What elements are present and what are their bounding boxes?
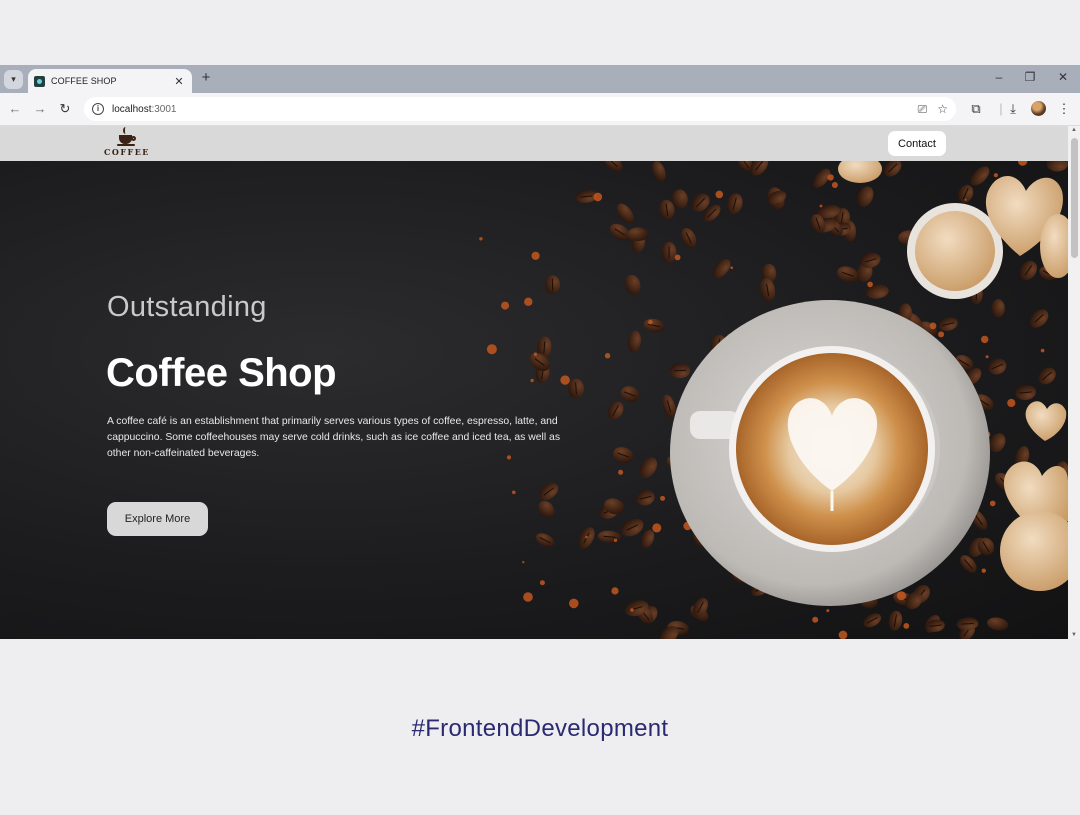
hero-subtitle: Outstanding — [107, 291, 267, 323]
tab-strip: ▾ COFFEE SHOP ✕ + – ❐ ✕ — [0, 65, 1080, 93]
site-logo[interactable]: COFFEE — [104, 127, 148, 159]
chevron-down-icon[interactable]: ▾ — [4, 70, 23, 89]
browser-window: ▾ COFFEE SHOP ✕ + – ❐ ✕ ← → ↻ i localhos… — [0, 65, 1080, 639]
scroll-down-icon[interactable]: ▼ — [1068, 632, 1080, 638]
restore-icon[interactable]: ❐ — [1020, 70, 1040, 84]
hashtag-caption: #FrontendDevelopment — [411, 715, 669, 742]
browser-tab[interactable]: COFFEE SHOP ✕ — [28, 69, 192, 93]
address-bar[interactable]: i localhost:3001 ⎚ ☆ — [84, 97, 956, 121]
scrollbar-thumb[interactable] — [1071, 138, 1078, 258]
hero-title: Coffee Shop — [106, 351, 337, 395]
profile-avatar[interactable] — [1031, 101, 1046, 116]
hero-description: A coffee café is an establishment that p… — [107, 416, 561, 459]
site-header: COFFEE Contact — [0, 126, 1068, 161]
reload-icon[interactable]: ↻ — [57, 101, 73, 117]
coffee-hero-image — [479, 161, 1068, 639]
star-icon[interactable]: ☆ — [937, 102, 948, 116]
browser-toolbar: ← → ↻ i localhost:3001 ⎚ ☆ ⧉ | ⤓ ⋮ — [0, 93, 1080, 126]
install-app-icon[interactable]: ⎚ — [918, 102, 928, 117]
new-tab-button[interactable]: + — [198, 69, 214, 86]
puzzle-icon[interactable]: ⧉ — [968, 101, 984, 117]
coffee-cup-icon — [117, 127, 136, 146]
kebab-menu-icon[interactable]: ⋮ — [1056, 101, 1072, 117]
info-icon[interactable]: i — [92, 103, 104, 115]
tab-title: COFFEE SHOP — [51, 76, 117, 86]
explore-more-button[interactable]: Explore More — [107, 502, 208, 536]
arrow-left-icon[interactable]: ← — [7, 101, 23, 116]
contact-button[interactable]: Contact — [888, 131, 946, 156]
page-scrollbar[interactable]: ▲ ▼ — [1068, 126, 1080, 639]
url-text[interactable]: localhost:3001 — [112, 104, 908, 115]
download-icon[interactable]: ⤓ — [1005, 101, 1021, 117]
react-favicon-icon — [34, 75, 45, 87]
logo-text: COFFEE — [104, 147, 150, 157]
page-viewport: COFFEE Contact Outstanding Coffee Shop A… — [0, 126, 1068, 639]
arrow-right-icon[interactable]: → — [32, 101, 48, 116]
close-icon[interactable]: ✕ — [172, 75, 186, 88]
hero-section: Outstanding Coffee Shop A coffee café is… — [0, 161, 1068, 639]
scroll-up-icon[interactable]: ▲ — [1068, 127, 1080, 133]
window-close-icon[interactable]: ✕ — [1053, 70, 1073, 84]
minimize-icon[interactable]: – — [989, 70, 1009, 84]
